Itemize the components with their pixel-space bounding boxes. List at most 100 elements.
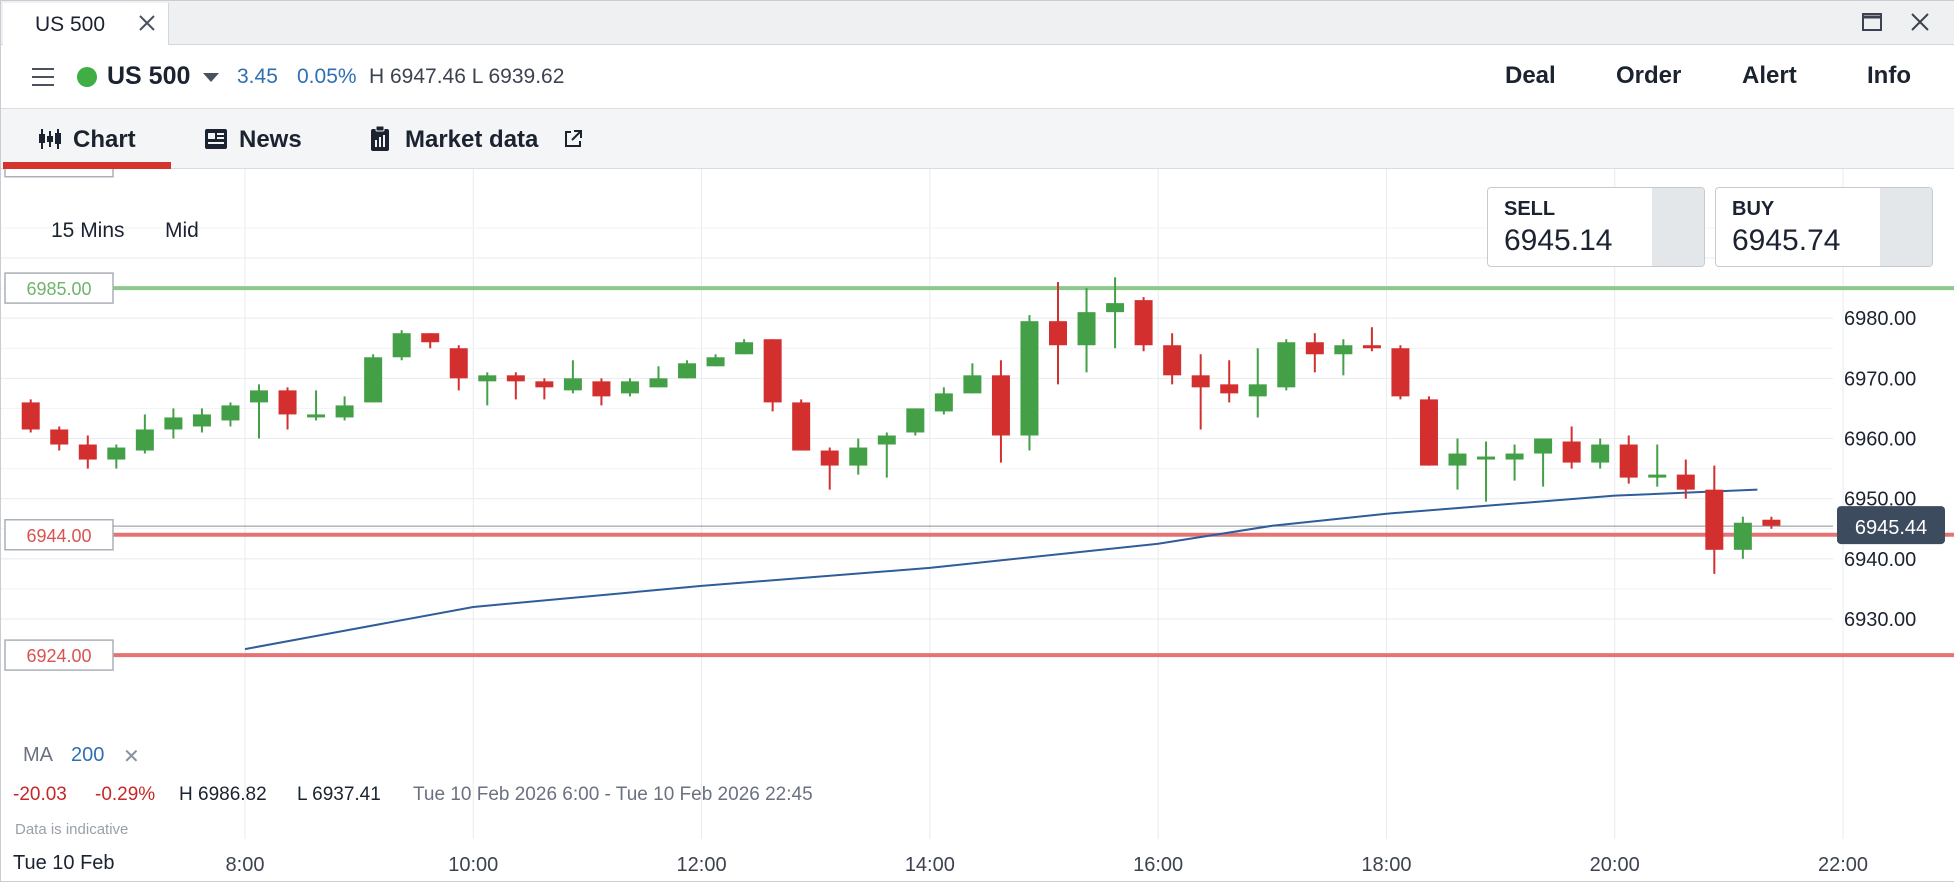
x-tick-label: 10:00 <box>448 854 498 876</box>
close-window-icon[interactable] <box>1909 11 1931 33</box>
candle-body <box>877 435 896 445</box>
stats-low: L 6937.41 <box>297 784 381 805</box>
app-window: US 500 US 500 3.45 0.05% H 6947.46 L 693… <box>0 0 1954 882</box>
y-tick-label: 6960.00 <box>1844 429 1916 451</box>
newspaper-icon <box>205 129 227 149</box>
level-label: 7006.00 <box>26 169 91 173</box>
tab-market-data-label: Market data <box>405 126 539 153</box>
candle-body <box>164 417 183 430</box>
tab-market-data[interactable]: Market data <box>363 109 593 169</box>
candle-body <box>592 381 611 397</box>
candle-body <box>1619 444 1638 478</box>
stats-high: H 6986.82 <box>179 784 267 805</box>
candle-body <box>1191 375 1210 388</box>
y-tick-label: 6940.00 <box>1844 549 1916 571</box>
high-low: H 6947.46 L 6939.62 <box>369 65 565 88</box>
candle-body <box>991 375 1010 436</box>
candle-body <box>506 375 525 382</box>
level-label: 6985.00 <box>26 279 91 299</box>
candle-body <box>50 429 69 445</box>
candle-body <box>1448 453 1467 466</box>
candle-body <box>849 447 868 466</box>
stats-change-pct: -0.29% <box>95 784 156 805</box>
level-label: 6924.00 <box>26 646 91 666</box>
y-tick-label: 6980.00 <box>1844 308 1916 330</box>
candle-body <box>1020 321 1039 436</box>
y-tick-label: 6970.00 <box>1844 368 1916 390</box>
x-tick-label: 18:00 <box>1361 854 1411 876</box>
candle-body <box>906 408 925 433</box>
price-chart[interactable]: 8:00 10:00 12:00 14:00 16:00 18:00 20:00 22:00 6… <box>1 169 1954 883</box>
x-tick-label: 22:00 <box>1818 854 1868 876</box>
x-tick-label: 14:00 <box>905 854 955 876</box>
candle-body <box>1477 456 1496 460</box>
candle-body <box>1534 438 1553 454</box>
buy-side-strip <box>1880 188 1932 266</box>
candle-body <box>478 375 497 382</box>
candle-body <box>1362 345 1381 349</box>
buy-price: 6945.74 <box>1732 224 1841 257</box>
candle-body <box>1334 345 1353 355</box>
price-type-selector[interactable]: Mid <box>165 219 199 243</box>
candle-body <box>335 405 354 418</box>
candle-body <box>963 375 982 394</box>
candle-body <box>1762 519 1781 526</box>
candle-body <box>307 414 326 418</box>
candle-body <box>250 390 268 403</box>
current-price-label: 6945.44 <box>1855 517 1927 539</box>
candle-body <box>792 402 811 451</box>
x-tick-label: 8:00 <box>226 854 265 876</box>
candle-body <box>192 414 211 427</box>
timeframe-selector[interactable]: 15 Mins <box>51 219 125 243</box>
tab-news-label: News <box>239 126 302 153</box>
instrument-header: US 500 3.45 0.05% H 6947.46 L 6939.62 De… <box>1 46 1954 108</box>
view-tabs: Chart News Market data <box>1 108 1954 169</box>
close-icon[interactable]: ✕ <box>123 744 140 769</box>
x-tick-label: 20:00 <box>1590 854 1640 876</box>
candle-body <box>1591 444 1610 463</box>
info-button[interactable]: Info <box>1867 62 1911 90</box>
candle-body <box>392 333 411 358</box>
tab-chart[interactable]: Chart <box>3 109 171 169</box>
buy-button[interactable]: BUY 6945.74 <box>1715 187 1933 267</box>
order-button[interactable]: Order <box>1616 62 1681 90</box>
level-label: 6944.00 <box>26 526 91 546</box>
tab-chart-label: Chart <box>73 126 136 153</box>
chart-area[interactable]: 8:00 10:00 12:00 14:00 16:00 18:00 20:00 22:00 6… <box>1 169 1954 883</box>
document-icon <box>371 125 389 151</box>
instrument-name[interactable]: US 500 <box>107 62 190 91</box>
candle-body <box>1419 399 1438 466</box>
sell-label: SELL <box>1504 198 1556 220</box>
candle-body <box>221 405 240 421</box>
candle-body <box>678 363 697 379</box>
menu-icon[interactable] <box>31 66 55 88</box>
candle-body <box>706 357 725 367</box>
deal-button[interactable]: Deal <box>1505 62 1556 90</box>
candle-body <box>449 348 468 379</box>
candle-body <box>649 378 668 388</box>
close-tab-icon[interactable] <box>137 13 157 33</box>
candle-body <box>1733 522 1752 550</box>
candle-body <box>1220 384 1239 394</box>
window-tab[interactable]: US 500 <box>3 3 169 45</box>
indicative-note: Data is indicative <box>15 821 129 838</box>
market-open-indicator <box>77 67 97 87</box>
window-tab-bar: US 500 <box>1 1 1954 45</box>
x-tick-label: 12:00 <box>677 854 727 876</box>
maximize-icon[interactable] <box>1861 11 1883 33</box>
tab-news[interactable]: News <box>197 109 317 169</box>
candle-body <box>735 342 754 355</box>
candle-body <box>1505 453 1524 460</box>
sell-side-strip <box>1652 188 1704 266</box>
candle-body <box>1134 300 1153 346</box>
candle-body <box>1248 384 1267 397</box>
chevron-down-icon[interactable] <box>203 73 219 82</box>
indicator-period[interactable]: 200 <box>71 744 104 767</box>
candle-body <box>1077 312 1096 346</box>
candle-body <box>763 339 782 403</box>
alert-button[interactable]: Alert <box>1742 62 1797 90</box>
candle-body <box>1676 474 1695 490</box>
sell-button[interactable]: SELL 6945.14 <box>1487 187 1705 267</box>
candle-body <box>934 393 953 412</box>
candle-body <box>820 450 839 466</box>
